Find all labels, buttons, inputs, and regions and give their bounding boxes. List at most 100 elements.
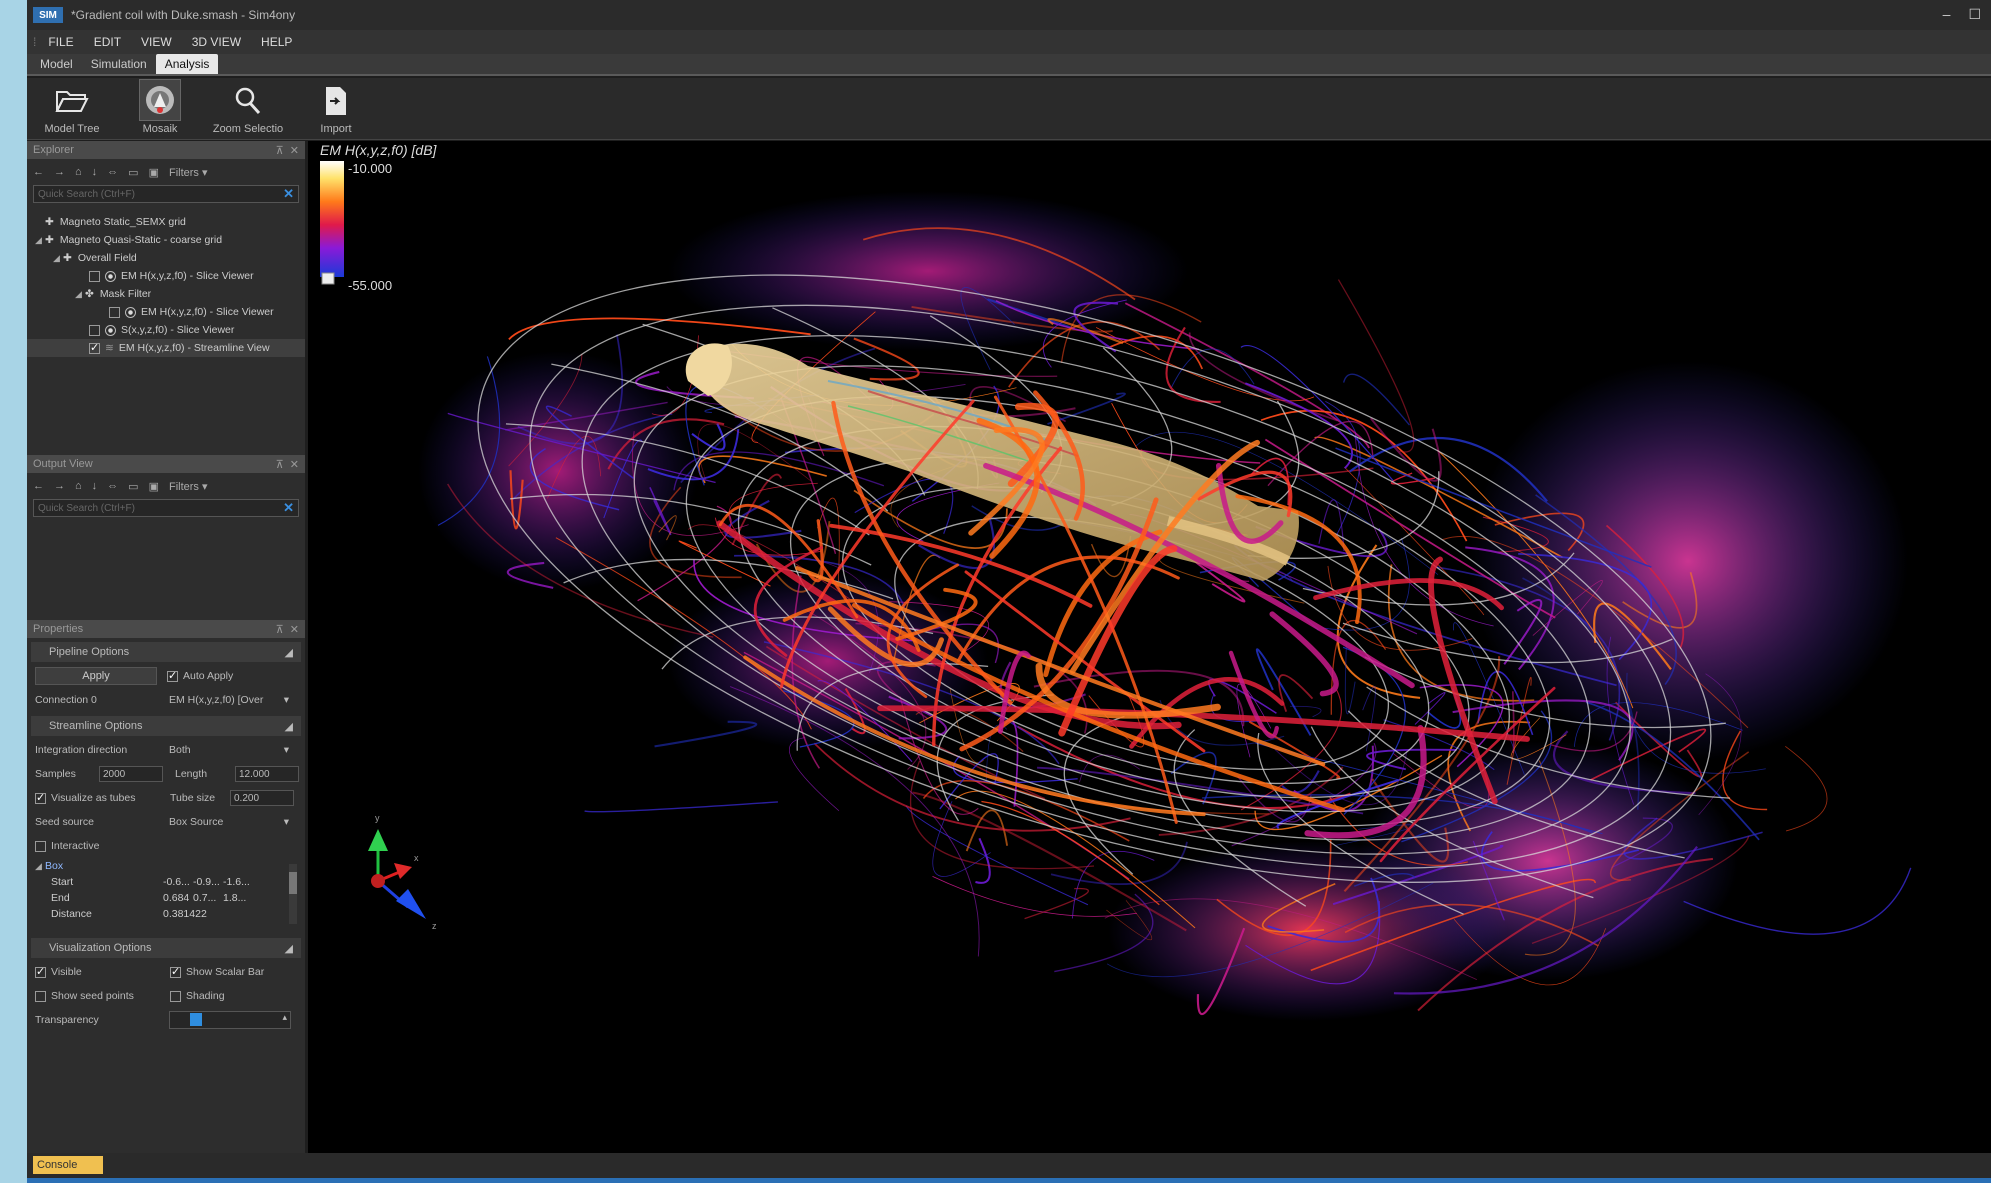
tree-item[interactable]: EM H(x,y,z,f0) - Slice Viewer [27,267,305,285]
expand-arrow-icon[interactable]: ◢ [75,289,85,300]
expand-arrow-icon[interactable]: ◢ [35,235,45,246]
clear-search-icon[interactable]: ✕ [283,500,294,516]
auto-apply-checkbox[interactable] [167,669,178,682]
connection-select[interactable]: EM H(x,y,z,f0) [Over ▾ [169,694,289,706]
scalar-bar-handle[interactable] [321,272,335,285]
rect-icon[interactable]: ▭ [128,166,138,179]
pipeline-options-header[interactable]: Pipeline Options ◢ [31,642,301,662]
tree-item[interactable]: ◢ ✚ Magneto Quasi-Static - coarse grid [27,231,305,249]
show-scalar-bar-checkbox[interactable] [170,965,181,978]
menu-file[interactable]: FILE [40,35,81,49]
console-tab[interactable]: Console [33,1156,103,1174]
down-icon[interactable]: ↓ [92,166,98,178]
visibility-checkbox[interactable] [89,324,100,336]
output-search-input[interactable]: Quick Search (Ctrl+F) ✕ [33,499,299,517]
shading-checkbox[interactable] [170,990,181,1002]
show-seed-points-checkbox[interactable] [35,990,46,1002]
streamline-tube [1269,611,1339,697]
tree-item[interactable]: ◢ ✤ Mask Filter [27,285,305,303]
close-icon[interactable]: ✕ [290,145,299,157]
visualization-options-header[interactable]: Visualization Options ◢ [31,938,301,958]
length-input[interactable]: 12.000 [235,766,299,782]
z-axis-arrow [396,889,426,919]
home-icon[interactable]: ⌂ [75,480,82,492]
pin-icon[interactable]: ⊼ [276,145,284,157]
visibility-checkbox[interactable] [109,306,120,318]
tab-analysis[interactable]: Analysis [155,54,219,74]
explorer-panel: Explorer ⊼ ✕ ← → ⌂ ↓ ⇔ ▭ ▣ Filters ▾ Qui… [27,141,305,443]
maximize-icon[interactable]: ☐ [1968,6,1981,23]
legend-max: -10.000 [348,161,392,176]
forward-icon[interactable]: → [54,480,65,492]
down-icon[interactable]: ↓ [92,480,98,492]
rect-icon[interactable]: ▭ [128,480,138,493]
model-tree-label: Model Tree [44,123,100,135]
apply-button[interactable]: Apply [35,667,157,685]
mosaik-button[interactable]: Mosaik [123,78,197,139]
start-x-value[interactable]: -0.6... [163,876,193,888]
link-icon[interactable]: ⇔ [107,166,118,178]
tree-item-selected[interactable]: ≋EM H(x,y,z,f0) - Streamline View [27,339,305,357]
end-y-value[interactable]: 0.7... [193,892,223,904]
menu-edit[interactable]: EDIT [86,35,129,49]
box-icon[interactable]: ▣ [149,166,159,179]
clear-search-icon[interactable]: ✕ [283,186,294,202]
y-axis-label: y [375,813,380,823]
seed-source-label: Seed source [35,816,94,828]
menu-3d-view[interactable]: 3D VIEW [184,35,249,49]
visible-checkbox[interactable] [35,965,46,978]
streamline-options-header[interactable]: Streamline Options ◢ [31,716,301,736]
start-y-value[interactable]: -0.9... [193,876,223,888]
samples-input[interactable]: 2000 [99,766,163,782]
import-button[interactable]: Import [299,78,373,139]
visible-label: Visible [51,966,82,978]
transparency-slider[interactable]: ▴ [169,1011,291,1029]
tree-item[interactable]: S(x,y,z,f0) - Slice Viewer [27,321,305,339]
back-icon[interactable]: ← [33,166,44,178]
3d-viewport[interactable]: EM H(x,y,z,f0) [dB] -10.000 -55.000 y x … [308,141,1991,1153]
explorer-search-input[interactable]: Quick Search (Ctrl+F) ✕ [33,185,299,203]
zoom-selection-button[interactable]: Zoom Selectio [211,78,285,139]
expand-arrow-icon[interactable]: ◢ [35,861,45,872]
minimize-icon[interactable]: – [1943,6,1951,23]
slice-viewer-icon [125,306,136,318]
tree-item[interactable]: ◢ ✚ Overall Field [27,249,305,267]
output-view-title: Output View [33,458,93,470]
visualize-tubes-checkbox[interactable] [35,791,46,804]
back-icon[interactable]: ← [33,480,44,492]
slider-handle[interactable] [190,1013,202,1026]
tree-item[interactable]: EM H(x,y,z,f0) - Slice Viewer [27,303,305,321]
slice-viewer-icon [105,270,116,282]
close-icon[interactable]: ✕ [290,624,299,636]
collapse-icon: ◢ [284,646,293,659]
output-filters[interactable]: Filters ▾ [169,480,208,493]
tab-model[interactable]: Model [31,54,82,74]
tree-item[interactable]: ✚ Magneto Static_SEMX grid [27,213,305,231]
tab-simulation[interactable]: Simulation [82,54,156,74]
box-icon[interactable]: ▣ [149,480,159,493]
box-scrollbar[interactable] [289,864,297,924]
menu-view[interactable]: VIEW [133,35,180,49]
tube-size-input[interactable]: 0.200 [230,790,294,806]
explorer-filters[interactable]: Filters ▾ [169,166,208,179]
close-icon[interactable]: ✕ [290,459,299,471]
end-x-value[interactable]: 0.684 [163,892,193,904]
expand-arrow-icon[interactable]: ◢ [53,253,63,264]
model-tree-button[interactable]: Model Tree [35,78,109,139]
start-z-value[interactable]: -1.6... [223,876,250,888]
dropdown-icon: ▾ [283,694,289,706]
integration-label: Integration direction [35,744,128,756]
forward-icon[interactable]: → [54,166,65,178]
seed-source-select[interactable]: Box Source ▾ [169,816,289,828]
pin-icon[interactable]: ⊼ [276,624,284,636]
menu-help[interactable]: HELP [253,35,300,49]
end-z-value[interactable]: 1.8... [223,892,246,904]
visibility-checkbox[interactable] [89,270,100,282]
streamline-render[interactable]: EM H(x,y,z,f0) [dB] -10.000 -55.000 y x … [308,141,1991,1153]
visibility-checkbox[interactable] [89,341,100,354]
integration-select[interactable]: Both ▾ [169,744,289,756]
interactive-checkbox[interactable] [35,840,46,852]
pin-icon[interactable]: ⊼ [276,459,284,471]
link-icon[interactable]: ⇔ [107,480,118,492]
home-icon[interactable]: ⌂ [75,166,82,178]
